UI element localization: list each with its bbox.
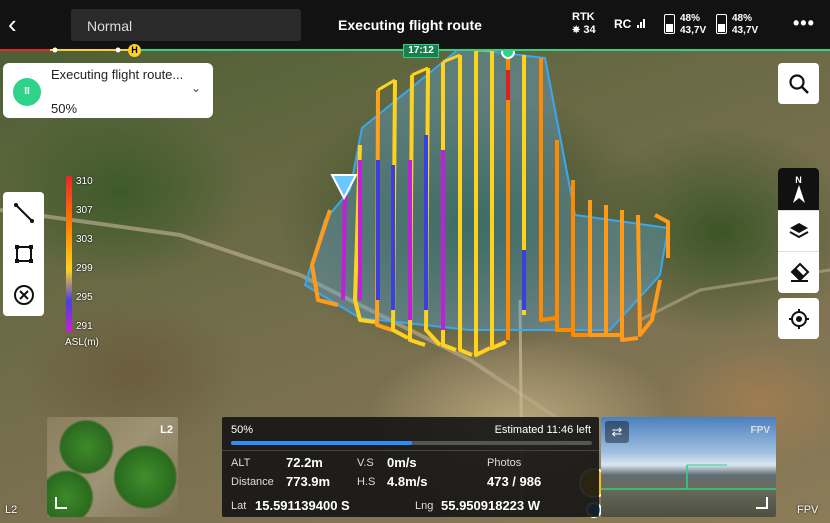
search-button[interactable] [778,63,819,104]
eraser-icon [790,262,809,282]
route-time: 17:12 [403,44,439,58]
layers-button[interactable] [778,210,819,251]
battery-icon [664,14,675,34]
more-icon[interactable]: ••• [793,13,815,34]
compass-icon [792,185,805,203]
satellite-icon: ✵ [572,25,581,36]
battery-1-percent: 48% [680,13,701,24]
search-icon [788,73,809,94]
locate-button[interactable] [778,298,819,339]
legend-tick: 295 [76,292,93,303]
battery-2-voltage: 43,7V [732,25,759,36]
legend-gradient [66,176,72,332]
rtk-count: 34 [583,24,596,36]
battery-2-percent: 48% [732,13,753,24]
page-title: Executing flight route [338,17,482,33]
hs-value: 4.8m/s [387,474,428,489]
back-icon[interactable]: ‹ [8,11,30,39]
rc-signal[interactable]: RC [614,17,645,31]
vs-label: V.S [357,457,374,469]
rc-label: RC [614,17,632,31]
legend-tick: 299 [76,263,93,274]
lng-label: Lng [415,500,434,512]
progress-bar [231,441,592,445]
fpv-label: FPV [750,425,770,436]
edge-label-right: FPV [797,504,819,516]
telemetry-panel: 50% Estimated 11:46 left ALT 72.2m V.S 0… [222,417,599,517]
chevron-down-icon[interactable]: ⌄ [191,81,201,95]
home-marker-icon: H [128,44,141,57]
flight-mode-selector[interactable]: Normal [71,9,301,41]
compass-button[interactable]: N [778,168,819,210]
north-icon: N [795,175,802,185]
map-controls: N [778,168,819,293]
legend-tick: 303 [76,234,93,245]
distance-label: Distance [231,476,274,488]
eraser-button[interactable] [778,251,819,292]
edge-label-left: L2 [5,504,18,516]
swap-view-icon[interactable]: ⇄ [605,421,629,443]
locate-icon [788,308,809,329]
legend-tick: 307 [76,205,93,216]
status-percent: 50% [51,101,78,116]
status-text: Executing flight route... [51,67,184,82]
lat-label: Lat [231,500,247,512]
alt-value: 72.2m [286,455,323,470]
rtk-label: RTK [572,11,595,23]
area-select-icon[interactable] [3,233,44,274]
distance-value: 773.9m [286,474,331,489]
top-bar: ‹ Normal Executing flight route RTK ✵ 34… [0,0,830,50]
l2-camera-thumbnail[interactable]: L2 [47,417,178,517]
battery-icon [716,14,727,34]
layers-icon [789,223,808,239]
hs-label: H.S [357,476,376,488]
estimated-time: Estimated 11:46 left [494,424,591,436]
battery-1-voltage: 43,7V [680,25,707,36]
expand-icon[interactable] [756,497,768,509]
legend-tick: 291 [76,321,93,332]
clear-icon[interactable] [3,274,44,315]
lng-value: 55.950918223 W [441,498,541,513]
route-status-card[interactable]: II Executing flight route... 50% ⌄ [3,63,213,118]
fpv-camera-view[interactable]: ⇄ FPV [601,417,776,517]
expand-icon[interactable] [55,497,67,509]
legend-tick: 310 [76,176,93,187]
pause-icon[interactable]: II [13,78,41,106]
altitude-legend: 310 307 303 299 295 291 ASL(m) [64,176,114,351]
lat-value: 15.591139400 S [255,498,350,513]
map-tools [3,192,44,316]
alt-label: ALT [231,457,251,469]
photos-label: Photos [487,457,522,469]
progress-fill [231,441,412,445]
signal-bars-icon [636,18,645,28]
ruler-icon[interactable] [3,192,44,233]
divider [222,450,599,451]
thumbnail-label: L2 [160,424,173,436]
photos-value: 473 / 986 [487,474,542,489]
vs-value: 0m/s [387,455,417,470]
legend-unit: ASL(m) [65,337,99,348]
rtk-status[interactable]: RTK ✵ 34 [572,11,596,37]
progress-percent: 50% [231,424,254,436]
